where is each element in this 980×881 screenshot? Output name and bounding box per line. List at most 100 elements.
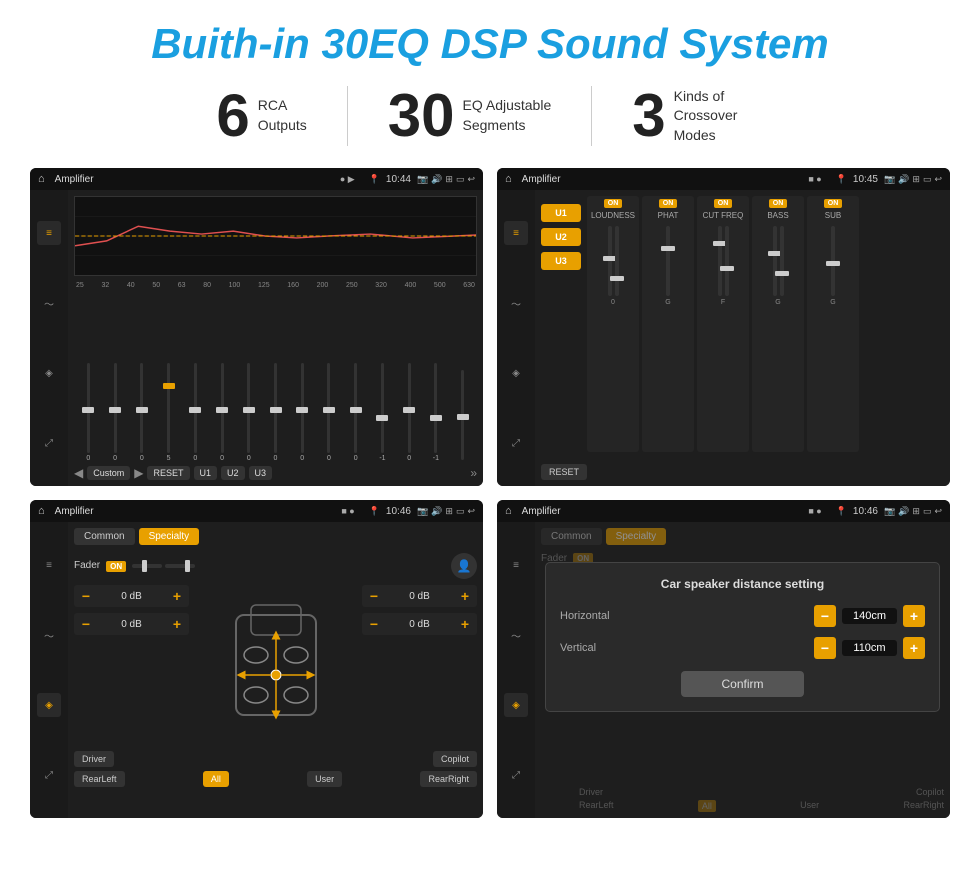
vol-plus-3[interactable]: + [458, 588, 472, 604]
rearleft-btn[interactable]: RearLeft [74, 771, 125, 787]
expand-icon-3[interactable]: ⤢ [37, 763, 61, 787]
eq-slider-3[interactable]: 0 [129, 363, 154, 462]
u1-btn[interactable]: U1 [194, 466, 218, 480]
eq-slider-11[interactable]: 0 [343, 363, 368, 462]
horizontal-minus-btn[interactable]: − [814, 605, 836, 627]
slider-track-3[interactable] [140, 363, 143, 453]
custom-btn[interactable]: Custom [87, 466, 130, 480]
speaker-icon-4[interactable]: ◈ [504, 693, 528, 717]
vol-minus-2[interactable]: − [79, 616, 93, 632]
crossover-reset-btn[interactable]: RESET [541, 464, 587, 480]
bass-thumb-2[interactable] [775, 271, 789, 276]
u3-crossover-btn[interactable]: U3 [541, 252, 581, 270]
expand-icon[interactable]: ⤢ [37, 431, 61, 455]
expand-icon-4[interactable]: ⤢ [504, 763, 528, 787]
bass-slider-2[interactable] [780, 226, 784, 296]
slider-thumb-3[interactable] [136, 407, 148, 413]
prev-arrow[interactable]: ◀ [74, 466, 83, 480]
u1-crossover-btn[interactable]: U1 [541, 204, 581, 222]
slider-thumb-7[interactable] [243, 407, 255, 413]
slider-track-13[interactable] [408, 363, 411, 453]
wave-icon[interactable]: 〜 [37, 291, 61, 315]
slider-track-15[interactable] [461, 370, 464, 460]
eq-slider-14[interactable]: -1 [424, 363, 449, 462]
slider-track-2[interactable] [114, 363, 117, 453]
eq-slider-1[interactable]: 0 [76, 363, 101, 462]
vol-plus-1[interactable]: + [170, 588, 184, 604]
tab-specialty[interactable]: Specialty [139, 528, 200, 545]
slider-thumb-12[interactable] [376, 415, 388, 421]
u3-btn[interactable]: U3 [249, 466, 273, 480]
slider-track-7[interactable] [247, 363, 250, 453]
next-arrow[interactable]: ▶ [134, 466, 143, 480]
slider-thumb-2[interactable] [109, 407, 121, 413]
eq-slider-9[interactable]: 0 [290, 363, 315, 462]
phat-thumb[interactable] [661, 246, 675, 251]
fader-thumb-1[interactable] [142, 560, 147, 572]
slider-thumb-10[interactable] [323, 407, 335, 413]
user-btn[interactable]: User [307, 771, 342, 787]
vertical-minus-btn[interactable]: − [814, 637, 836, 659]
loudness-thumb-2[interactable] [610, 276, 624, 281]
slider-track-10[interactable] [327, 363, 330, 453]
eq-slider-5[interactable]: 0 [183, 363, 208, 462]
loudness-slider-2[interactable] [615, 226, 619, 296]
slider-thumb-1[interactable] [82, 407, 94, 413]
eq-slider-7[interactable]: 0 [236, 363, 261, 462]
vertical-plus-btn[interactable]: + [903, 637, 925, 659]
speaker-icon-2[interactable]: ◈ [504, 361, 528, 385]
u2-crossover-btn[interactable]: U2 [541, 228, 581, 246]
wave-icon-3[interactable]: 〜 [37, 623, 61, 647]
eq-slider-6[interactable]: 0 [210, 363, 235, 462]
eq-icon-4[interactable]: ≡ [504, 553, 528, 577]
slider-track-5[interactable] [194, 363, 197, 453]
slider-thumb-5[interactable] [189, 407, 201, 413]
fader-thumb-2[interactable] [185, 560, 190, 572]
vol-plus-2[interactable]: + [170, 616, 184, 632]
slider-thumb-14[interactable] [430, 415, 442, 421]
slider-track-1[interactable] [87, 363, 90, 453]
confirm-button[interactable]: Confirm [681, 671, 803, 697]
eq-slider-8[interactable]: 0 [263, 363, 288, 462]
slider-thumb-6[interactable] [216, 407, 228, 413]
eq-icon[interactable]: ≡ [37, 221, 61, 245]
vol-plus-4[interactable]: + [458, 616, 472, 632]
slider-track-14[interactable] [434, 363, 437, 453]
u2-btn[interactable]: U2 [221, 466, 245, 480]
speaker-icon[interactable]: ◈ [37, 361, 61, 385]
phat-slider[interactable] [666, 226, 670, 296]
vol-minus-4[interactable]: − [367, 616, 381, 632]
horizontal-plus-btn[interactable]: + [903, 605, 925, 627]
eq-slider-12[interactable]: -1 [370, 363, 395, 462]
fader-track-1[interactable] [132, 564, 162, 568]
copilot-btn[interactable]: Copilot [433, 751, 477, 767]
rearright-btn[interactable]: RearRight [420, 771, 477, 787]
slider-track-4[interactable] [167, 363, 170, 453]
wave-icon-4[interactable]: 〜 [504, 623, 528, 647]
eq-slider-15[interactable] [450, 370, 475, 462]
vol-minus-3[interactable]: − [367, 588, 381, 604]
slider-thumb-4[interactable] [163, 383, 175, 389]
eq-slider-10[interactable]: 0 [317, 363, 342, 462]
wave-icon-2[interactable]: 〜 [504, 291, 528, 315]
expand-icon-2[interactable]: ⤢ [504, 431, 528, 455]
bass-slider-1[interactable] [773, 226, 777, 296]
sub-slider[interactable] [831, 226, 835, 296]
driver-btn[interactable]: Driver [74, 751, 114, 767]
loudness-slider-1[interactable] [608, 226, 612, 296]
sub-thumb[interactable] [826, 261, 840, 266]
eq-icon-3[interactable]: ≡ [37, 553, 61, 577]
slider-thumb-11[interactable] [350, 407, 362, 413]
slider-thumb-9[interactable] [296, 407, 308, 413]
eq-slider-2[interactable]: 0 [103, 363, 128, 462]
slider-thumb-15[interactable] [457, 414, 469, 420]
slider-thumb-13[interactable] [403, 407, 415, 413]
speaker-icon-3[interactable]: ◈ [37, 693, 61, 717]
fader-track-2[interactable] [165, 564, 195, 568]
cutfreq-slider-2[interactable] [725, 226, 729, 296]
slider-track-8[interactable] [274, 363, 277, 453]
slider-track-9[interactable] [301, 363, 304, 453]
eq-slider-4[interactable]: 5 [156, 363, 181, 462]
tab-common[interactable]: Common [74, 528, 135, 545]
slider-track-11[interactable] [354, 363, 357, 453]
